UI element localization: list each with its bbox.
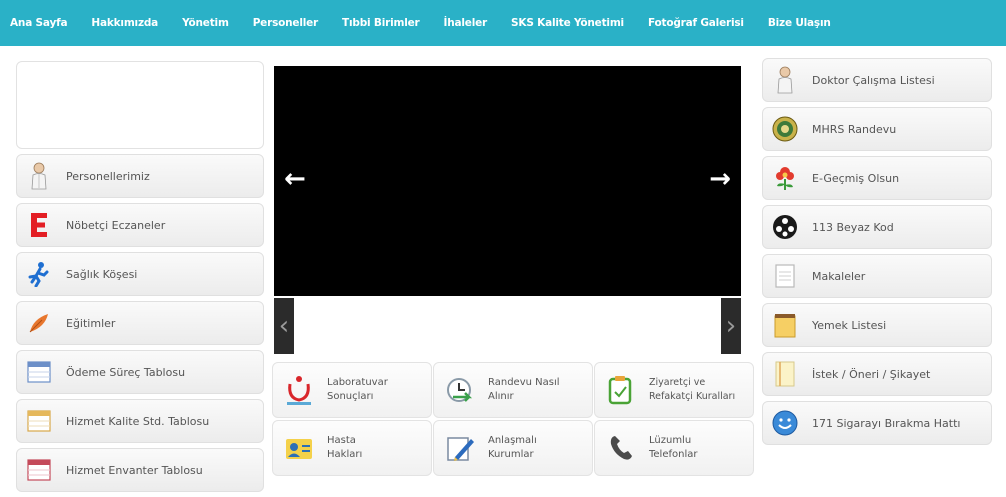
pen-icon [444, 432, 476, 464]
right-item-label: İstek / Öneri / Şikayet [812, 367, 931, 381]
left-sidebar: Personellerimiz Nöbetçi Eczaneler Sağlık… [16, 61, 264, 497]
right-item-label: 113 Beyaz Kod [812, 220, 894, 234]
mhrs-seal-icon [772, 115, 798, 143]
right-item-label: E-Geçmiş Olsun [812, 171, 900, 185]
tile-label-line2: Alınır [488, 391, 514, 402]
slider-next-arrow-icon[interactable]: → [709, 166, 731, 192]
tile-ziyaretci-refakatci[interactable]: Ziyaretçi ve Refakatçi Kuralları [594, 362, 754, 418]
flower-icon [772, 164, 798, 192]
tile-anlasmali-kurumlar[interactable]: Anlaşmalı Kurumlar [433, 420, 593, 476]
nav-yonetim[interactable]: Yönetim [182, 17, 229, 29]
appointment-icon [444, 374, 476, 406]
tile-label-line1: Anlaşmalı [488, 435, 537, 446]
nav-hakkimizda[interactable]: Hakkımızda [91, 17, 158, 29]
tile-label-line2: Refakatçi Kuralları [649, 391, 736, 402]
left-item-egitimler[interactable]: Eğitimler [16, 301, 264, 345]
left-item-label: Eğitimler [66, 316, 116, 330]
left-item-saglik-kosesi[interactable]: Sağlık Köşesi [16, 252, 264, 296]
tile-label-line1: Laboratuvar [327, 377, 388, 388]
tile-laboratuvar-sonuclari[interactable]: Laboratuvar Sonuçları [272, 362, 432, 418]
right-item-113-beyaz-kod[interactable]: 113 Beyaz Kod [762, 205, 992, 249]
left-item-label: Sağlık Köşesi [66, 267, 138, 281]
white-code-icon [772, 213, 798, 241]
nav-fotograf-galerisi[interactable]: Fotoğraf Galerisi [648, 17, 744, 29]
right-item-istek-oneri-sikayet[interactable]: İstek / Öneri / Şikayet [762, 352, 992, 396]
nav-personeller[interactable]: Personeller [253, 17, 319, 29]
tile-hasta-haklari[interactable]: Hasta Hakları [272, 420, 432, 476]
left-item-label: Personellerimiz [66, 169, 150, 183]
left-item-odeme-surec[interactable]: Ödeme Süreç Tablosu [16, 350, 264, 394]
nav-bize-ulasin[interactable]: Bize Ulaşın [768, 17, 831, 29]
left-item-label: Hizmet Kalite Std. Tablosu [66, 414, 210, 428]
right-item-label: 171 Sigarayı Bırakma Hattı [812, 416, 961, 430]
right-item-doktor-calisma[interactable]: Doktor Çalışma Listesi [762, 58, 992, 102]
right-item-yemek-listesi[interactable]: Yemek Listesi [762, 303, 992, 347]
nav-tibbi-birimler[interactable]: Tıbbi Birimler [342, 17, 420, 29]
tile-label-line1: Hasta [327, 435, 356, 446]
right-item-label: Doktor Çalışma Listesi [812, 73, 935, 87]
right-item-mhrs-randevu[interactable]: MHRS Randevu [762, 107, 992, 151]
left-item-personellerimiz[interactable]: Personellerimiz [16, 154, 264, 198]
top-navigation: Ana Sayfa Hakkımızda Yönetim Personeller… [0, 0, 1006, 46]
left-item-nobetci-eczaneler[interactable]: Nöbetçi Eczaneler [16, 203, 264, 247]
left-item-label: Nöbetçi Eczaneler [66, 218, 166, 232]
tile-label-line1: Lüzumlu [649, 435, 692, 446]
tile-label-line1: Ziyaretçi ve [649, 377, 706, 388]
left-item-hizmet-envanter[interactable]: Hizmet Envanter Tablosu [16, 448, 264, 492]
document-icon [772, 262, 798, 290]
right-item-label: Yemek Listesi [812, 318, 887, 332]
feather-icon [26, 309, 52, 337]
tile-randevu-nasil-alinir[interactable]: Randevu Nasıl Alınır [433, 362, 593, 418]
nav-ana-sayfa[interactable]: Ana Sayfa [10, 17, 68, 29]
tile-label-line2: Telefonlar [649, 449, 698, 460]
runner-icon [26, 260, 52, 288]
slider-thumbnail-strip: ‹ › [274, 298, 741, 354]
tile-label-line2: Kurumlar [488, 449, 534, 460]
image-slider: ← → [274, 66, 741, 296]
phone-icon [605, 432, 637, 464]
right-sidebar: Doktor Çalışma Listesi MHRS Randevu E-Ge… [762, 58, 992, 450]
thumbnail-next-button[interactable]: › [721, 298, 741, 354]
lab-results-icon [283, 374, 315, 406]
right-item-makaleler[interactable]: Makaleler [762, 254, 992, 298]
right-item-e-gecmis-olsun[interactable]: E-Geçmiş Olsun [762, 156, 992, 200]
right-item-label: MHRS Randevu [812, 122, 897, 136]
doctor-icon [26, 162, 52, 190]
table-icon [26, 456, 52, 484]
empty-panel [16, 61, 264, 149]
left-item-label: Hizmet Envanter Tablosu [66, 463, 203, 477]
patient-rights-icon [283, 432, 315, 464]
smile-icon [772, 409, 798, 437]
pharmacy-e-icon [26, 211, 52, 239]
tile-luzumlu-telefonlar[interactable]: Lüzumlu Telefonlar [594, 420, 754, 476]
thumbnail-prev-button[interactable]: ‹ [274, 298, 294, 354]
tile-label-line2: Hakları [327, 449, 363, 460]
visitor-icon [605, 374, 637, 406]
right-item-171-sigara[interactable]: 171 Sigarayı Bırakma Hattı [762, 401, 992, 445]
table-icon [26, 407, 52, 435]
paper-icon [772, 360, 798, 388]
left-item-label: Ödeme Süreç Tablosu [66, 365, 186, 379]
notepad-icon [772, 311, 798, 339]
left-item-hizmet-kalite[interactable]: Hizmet Kalite Std. Tablosu [16, 399, 264, 443]
doctor-icon [772, 66, 798, 94]
nav-ihaleler[interactable]: İhaleler [444, 17, 488, 29]
tile-label-line2: Sonuçları [327, 391, 374, 402]
table-icon [26, 358, 52, 386]
slider-prev-arrow-icon[interactable]: ← [284, 166, 306, 192]
tile-label-line1: Randevu Nasıl [488, 377, 560, 388]
nav-sks-kalite[interactable]: SKS Kalite Yönetimi [511, 17, 624, 29]
right-item-label: Makaleler [812, 269, 866, 283]
